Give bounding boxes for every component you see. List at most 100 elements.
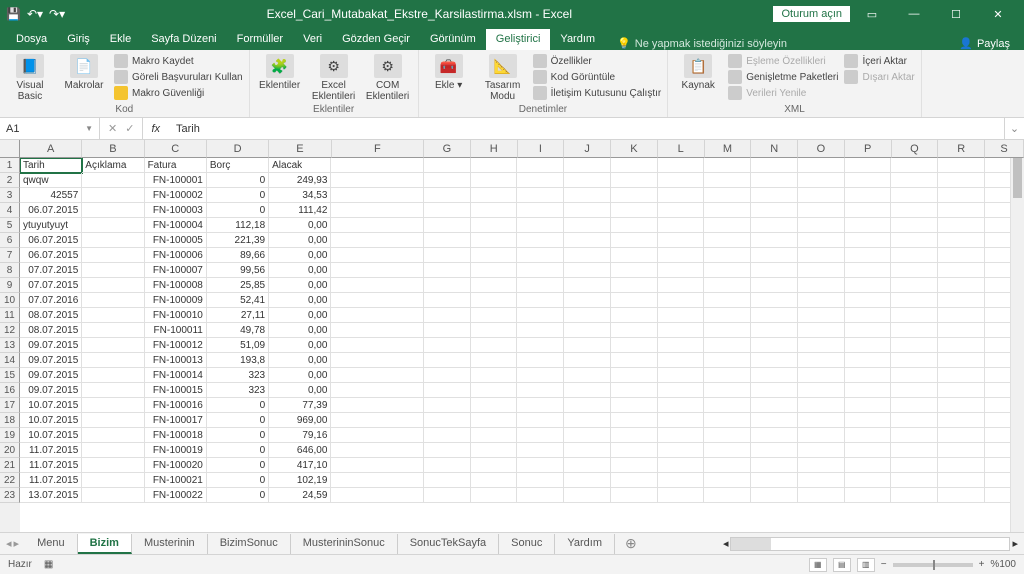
cell[interactable]: [891, 308, 938, 323]
share-button[interactable]: 👤 Paylaş: [951, 37, 1018, 50]
normal-view-button[interactable]: ▦: [809, 558, 827, 572]
map-props-button[interactable]: Eşleme Özellikleri: [728, 54, 838, 68]
col-header-C[interactable]: C: [145, 140, 207, 158]
cancel-formula-icon[interactable]: ✕: [108, 122, 117, 135]
col-header-E[interactable]: E: [269, 140, 331, 158]
cell[interactable]: [471, 188, 518, 203]
cell[interactable]: [471, 353, 518, 368]
minimize-icon[interactable]: —: [894, 0, 934, 28]
cell[interactable]: [331, 323, 423, 338]
cell[interactable]: [517, 353, 564, 368]
cell[interactable]: [82, 278, 144, 293]
cell[interactable]: 11.07.2015: [20, 473, 82, 488]
cell[interactable]: [845, 458, 892, 473]
cell[interactable]: [751, 443, 798, 458]
cell[interactable]: [82, 398, 144, 413]
cell[interactable]: FN-100017: [145, 413, 207, 428]
cell[interactable]: [611, 203, 658, 218]
cell[interactable]: [471, 293, 518, 308]
row-header-15[interactable]: 15: [0, 368, 20, 383]
cell[interactable]: [424, 368, 471, 383]
cell[interactable]: 10.07.2015: [20, 413, 82, 428]
cell[interactable]: [517, 173, 564, 188]
cell[interactable]: [751, 293, 798, 308]
cell[interactable]: [611, 383, 658, 398]
row-header-3[interactable]: 3: [0, 188, 20, 203]
cell[interactable]: [82, 248, 144, 263]
cell[interactable]: [938, 203, 985, 218]
cell[interactable]: [82, 188, 144, 203]
cell[interactable]: [798, 353, 845, 368]
cell[interactable]: FN-100002: [145, 188, 207, 203]
cell[interactable]: [658, 368, 705, 383]
cell[interactable]: [424, 413, 471, 428]
cell[interactable]: [751, 173, 798, 188]
tell-me[interactable]: 💡 Ne yapmak istediğinizi söyleyin: [605, 37, 787, 50]
cell[interactable]: [424, 173, 471, 188]
cell[interactable]: [424, 218, 471, 233]
cell[interactable]: [751, 308, 798, 323]
cell[interactable]: [471, 398, 518, 413]
cell[interactable]: [704, 488, 751, 503]
cell[interactable]: [611, 323, 658, 338]
save-icon[interactable]: 💾: [6, 7, 21, 21]
cell[interactable]: [751, 158, 798, 173]
cell[interactable]: [517, 383, 564, 398]
cell[interactable]: [331, 398, 423, 413]
cell[interactable]: [798, 323, 845, 338]
cell[interactable]: [658, 413, 705, 428]
cell[interactable]: ytuyutyuyt: [20, 218, 82, 233]
addins-button[interactable]: 🧩Eklentiler: [256, 52, 304, 91]
cell[interactable]: [938, 383, 985, 398]
cell[interactable]: 07.07.2015: [20, 278, 82, 293]
cell[interactable]: qwqw: [20, 173, 82, 188]
cell[interactable]: FN-100008: [145, 278, 207, 293]
cell[interactable]: [891, 353, 938, 368]
cell[interactable]: [845, 218, 892, 233]
cell[interactable]: [611, 368, 658, 383]
cell[interactable]: [798, 308, 845, 323]
cell[interactable]: [891, 443, 938, 458]
cell[interactable]: [658, 293, 705, 308]
cell[interactable]: [82, 338, 144, 353]
cell[interactable]: 51,09: [207, 338, 269, 353]
cell[interactable]: [938, 248, 985, 263]
cell[interactable]: [611, 248, 658, 263]
row-header-9[interactable]: 9: [0, 278, 20, 293]
cell[interactable]: [517, 338, 564, 353]
tab-yardım[interactable]: Yardım: [550, 29, 605, 50]
cell[interactable]: [938, 158, 985, 173]
cell[interactable]: [471, 413, 518, 428]
cell[interactable]: 09.07.2015: [20, 338, 82, 353]
undo-icon[interactable]: ↶▾: [27, 7, 43, 21]
cell[interactable]: [424, 428, 471, 443]
cell[interactable]: [611, 188, 658, 203]
cell[interactable]: [845, 173, 892, 188]
cell[interactable]: [424, 278, 471, 293]
cell[interactable]: 0: [207, 173, 269, 188]
cell[interactable]: [517, 443, 564, 458]
cell[interactable]: 0,00: [269, 323, 331, 338]
row-header-22[interactable]: 22: [0, 473, 20, 488]
cell[interactable]: [798, 248, 845, 263]
cell[interactable]: 0,00: [269, 368, 331, 383]
cell[interactable]: [845, 488, 892, 503]
cell[interactable]: [658, 218, 705, 233]
cell[interactable]: [424, 293, 471, 308]
cell[interactable]: [471, 263, 518, 278]
zoom-out-button[interactable]: −: [881, 559, 887, 570]
cell[interactable]: [658, 248, 705, 263]
cell[interactable]: [331, 248, 423, 263]
cell[interactable]: [517, 158, 564, 173]
cell[interactable]: 0,00: [269, 278, 331, 293]
cell[interactable]: FN-100021: [145, 473, 207, 488]
cell[interactable]: [331, 368, 423, 383]
cell[interactable]: Fatura: [145, 158, 207, 173]
cell[interactable]: 06.07.2015: [20, 248, 82, 263]
cell[interactable]: [751, 263, 798, 278]
row-header-5[interactable]: 5: [0, 218, 20, 233]
cell[interactable]: [424, 458, 471, 473]
refresh-data-button[interactable]: Verileri Yenile: [728, 86, 838, 100]
cell[interactable]: 24,59: [269, 488, 331, 503]
cell[interactable]: [658, 278, 705, 293]
